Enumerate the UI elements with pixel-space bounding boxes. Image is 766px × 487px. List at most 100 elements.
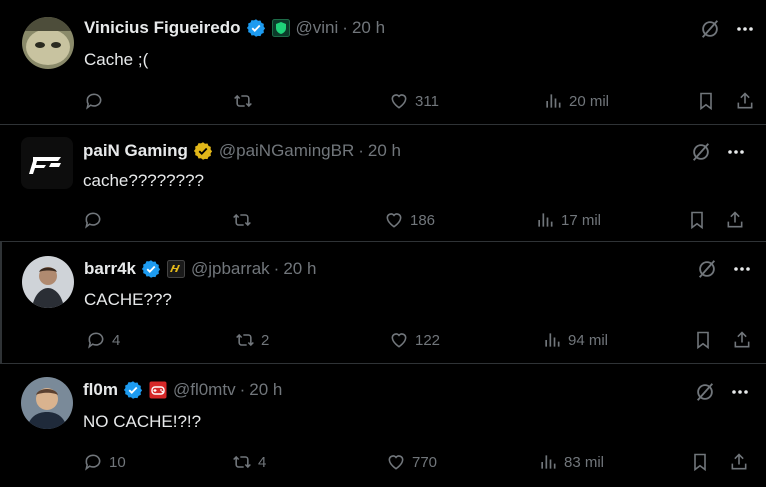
gamepad-badge-icon[interactable]: [149, 381, 167, 399]
post-header: fl0m @fl0mtv · 20 h: [83, 378, 282, 402]
bookmark-button[interactable]: [693, 330, 713, 350]
reply-button[interactable]: 10: [83, 452, 126, 472]
more-options-icon[interactable]: [726, 142, 746, 162]
like-count: 186: [410, 211, 436, 229]
share-button[interactable]: [725, 210, 745, 230]
view-count: 83 mil: [564, 453, 605, 471]
like-button[interactable]: 311: [389, 91, 439, 111]
views-button[interactable]: 20 mil: [543, 91, 609, 111]
share-button[interactable]: [732, 330, 752, 350]
handle[interactable]: @vini: [296, 18, 339, 38]
like-button[interactable]: 186: [384, 210, 435, 230]
display-name[interactable]: fl0m: [83, 380, 118, 400]
like-button[interactable]: 770: [386, 452, 437, 472]
repost-icon: [234, 94, 252, 108]
handle[interactable]: @fl0mtv: [173, 380, 236, 400]
gold-verified-badge-icon: [193, 142, 212, 160]
verified-badge-icon: [246, 19, 265, 37]
post-fl0m[interactable]: fl0m @fl0mtv · 20 h NO CACHE!?!? 10 4 77…: [0, 364, 766, 487]
reply-button[interactable]: [83, 210, 109, 230]
avatar[interactable]: [21, 137, 73, 189]
separator: ·: [239, 380, 246, 399]
bookmark-button[interactable]: [690, 452, 710, 472]
avatar[interactable]: [22, 17, 74, 69]
separator: ·: [273, 259, 280, 278]
post-header: barr4k @jpbarrak · 20 h: [84, 257, 316, 281]
reply-count: 4: [112, 331, 121, 349]
heart-icon: [386, 213, 402, 228]
timestamp[interactable]: 20 h: [283, 259, 316, 279]
heart-icon: [391, 94, 407, 109]
repost-count: 2: [261, 331, 270, 349]
share-icon: [737, 92, 753, 109]
heart-icon: [391, 333, 407, 348]
reply-button[interactable]: [84, 91, 110, 111]
like-button[interactable]: 122: [389, 330, 440, 350]
like-count: 122: [415, 331, 441, 349]
grok-icon[interactable]: [690, 141, 712, 163]
org-badge-icon[interactable]: [166, 260, 185, 278]
display-name[interactable]: Vinicius Figueiredo: [84, 18, 241, 38]
post-header: paiN Gaming @paiNGamingBR · 20 h: [83, 139, 401, 163]
views-icon: [538, 213, 553, 227]
heart-icon: [388, 455, 404, 470]
post-text: NO CACHE!?!?: [83, 412, 202, 431]
display-name[interactable]: paiN Gaming: [83, 141, 188, 161]
reply-icon: [88, 332, 104, 349]
like-count: 770: [412, 453, 438, 471]
view-count: 17 mil: [561, 211, 602, 229]
views-button[interactable]: 17 mil: [535, 210, 601, 230]
views-icon: [545, 333, 560, 347]
share-button[interactable]: [735, 91, 755, 111]
bookmark-icon: [700, 92, 712, 111]
repost-button[interactable]: 4: [232, 452, 266, 472]
grok-icon[interactable]: [696, 258, 718, 280]
more-options-icon[interactable]: [730, 382, 750, 402]
more-options-icon[interactable]: [732, 259, 752, 279]
repost-icon: [233, 455, 251, 469]
timestamp[interactable]: 20 h: [368, 141, 401, 161]
reply-count: 10: [109, 453, 126, 471]
post-text: cache????????: [83, 171, 205, 190]
display-name[interactable]: barr4k: [84, 259, 136, 279]
post-text: Cache ;(: [84, 50, 149, 69]
post-barr4k[interactable]: barr4k @jpbarrak · 20 h CACHE??? 4 2 122…: [0, 242, 766, 364]
repost-button[interactable]: [233, 91, 259, 111]
bookmark-icon: [697, 331, 709, 350]
reply-button[interactable]: 4: [86, 330, 120, 350]
view-count: 94 mil: [568, 331, 609, 349]
timestamp[interactable]: 20 h: [352, 18, 385, 38]
more-options-icon[interactable]: [735, 19, 755, 39]
verified-badge-icon: [123, 381, 143, 399]
share-button[interactable]: [729, 452, 749, 472]
reply-icon: [85, 212, 101, 229]
avatar[interactable]: [22, 256, 74, 308]
views-button[interactable]: 94 mil: [542, 330, 608, 350]
bookmark-button[interactable]: [696, 91, 716, 111]
views-button[interactable]: 83 mil: [538, 452, 604, 472]
post-pain-gaming[interactable]: paiN Gaming @paiNGamingBR · 20 h cache??…: [0, 125, 766, 242]
timestamp[interactable]: 20 h: [249, 380, 282, 400]
like-count: 311: [415, 92, 439, 110]
reply-icon: [86, 93, 102, 110]
grok-icon[interactable]: [694, 381, 716, 403]
views-icon: [541, 455, 556, 469]
grok-icon[interactable]: [699, 18, 721, 40]
repost-button[interactable]: 2: [235, 330, 269, 350]
post-header: Vinicius Figueiredo @vini · 20 h: [84, 16, 385, 40]
bookmark-button[interactable]: [687, 210, 707, 230]
verified-badge-icon: [141, 260, 161, 278]
separator: ·: [358, 141, 364, 160]
handle[interactable]: @jpbarrak: [191, 259, 270, 279]
post-vinicius[interactable]: Vinicius Figueiredo @vini · 20 h Cache ;…: [0, 0, 766, 125]
avatar[interactable]: [21, 377, 73, 429]
post-text: CACHE???: [84, 290, 172, 309]
reply-icon: [85, 454, 101, 471]
repost-button[interactable]: [232, 210, 258, 230]
reply-feed: Vinicius Figueiredo @vini · 20 h Cache ;…: [0, 0, 766, 487]
shield-badge-icon[interactable]: [271, 19, 290, 37]
share-icon: [731, 453, 747, 470]
handle[interactable]: @paiNGamingBR: [219, 141, 354, 161]
bookmark-icon: [694, 453, 706, 472]
repost-icon: [236, 333, 254, 347]
